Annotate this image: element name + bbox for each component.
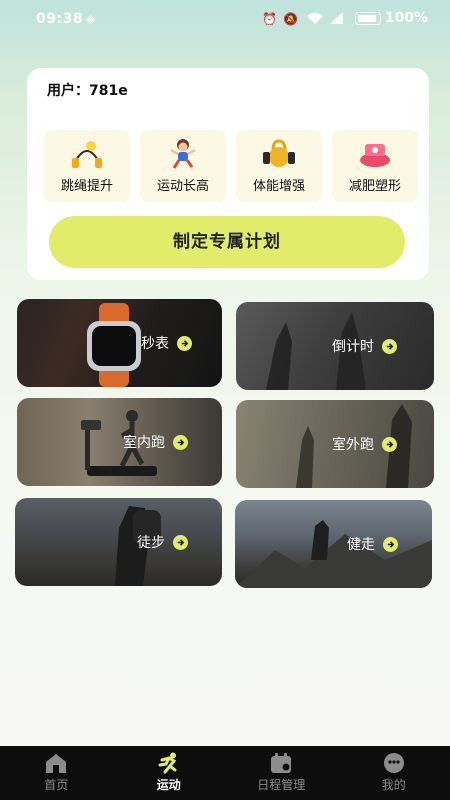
home-icon [46, 754, 67, 773]
tile-label-text: 健走 [347, 537, 375, 553]
nav-label: 运动 [156, 778, 181, 792]
tile-label: 倒计时 [332, 336, 397, 356]
tile-label-text: 秒表 [141, 336, 169, 352]
goal-label: 体能增强 [252, 179, 305, 194]
running-kid-icon [170, 139, 196, 169]
tile-label-text: 徒步 [137, 535, 165, 551]
smartwatch-image [87, 303, 141, 387]
tile-stopwatch[interactable]: 秒表 [17, 299, 222, 387]
nav-home[interactable]: 首页 [0, 746, 113, 800]
arrow-right-icon [382, 338, 397, 354]
status-time: 09:38 [36, 11, 84, 27]
nav-label: 首页 [44, 778, 69, 792]
tile-outdoor-run[interactable]: 室外跑 [236, 400, 434, 488]
plan-card: 用户：781e 跳绳提升 运动长高 体能增强 减肥塑形 制定专属计划 [27, 68, 429, 280]
signal-icon [330, 12, 344, 27]
arrow-right-icon [383, 536, 398, 552]
tile-label-text: 室外跑 [332, 437, 374, 453]
status-bar: 09:38 ◈ ⏰ 🔕 100% [0, 0, 450, 40]
nav-profile[interactable]: 我的 [338, 746, 450, 800]
battery-indicator: 100% [354, 10, 428, 26]
goal-list: 跳绳提升 运动长高 体能增强 减肥塑形 [44, 130, 418, 202]
mountain-image [235, 520, 432, 588]
running-icon [158, 752, 177, 774]
kettlebell-icon [263, 139, 295, 167]
scale-icon [360, 144, 390, 167]
tile-label: 室内跑 [123, 432, 188, 452]
arrow-right-icon [177, 335, 192, 351]
tile-label: 室外跑 [332, 434, 397, 454]
goal-label: 跳绳提升 [60, 179, 113, 194]
cast-icon: ◈ [86, 12, 96, 26]
tile-indoor-run[interactable]: 室内跑 [17, 398, 222, 486]
alarm-icon: ⏰ [262, 12, 277, 26]
battery-percent: 100% [384, 10, 428, 26]
goal-label: 运动长高 [156, 179, 209, 194]
goal-fitness[interactable]: 体能增强 [236, 130, 322, 202]
goal-grow-taller[interactable]: 运动长高 [140, 130, 226, 202]
goal-weight-loss[interactable]: 减肥塑形 [332, 130, 418, 202]
bottom-nav: 首页 运动 日程管理 我的 [0, 746, 450, 800]
arrow-right-icon [382, 436, 397, 452]
goal-jump-rope[interactable]: 跳绳提升 [44, 130, 130, 202]
profile-icon [383, 753, 404, 773]
nav-schedule[interactable]: 日程管理 [225, 746, 338, 800]
nav-label: 我的 [381, 778, 406, 792]
user-label: 用户：781e [47, 83, 128, 99]
calendar-icon [271, 753, 292, 773]
tile-label: 秒表 [141, 333, 192, 353]
jump-rope-icon [72, 141, 102, 168]
tile-label-text: 室内跑 [123, 435, 165, 451]
goal-label: 减肥塑形 [348, 179, 401, 194]
create-plan-button[interactable]: 制定专属计划 [49, 216, 405, 268]
tile-label-text: 倒计时 [332, 339, 374, 355]
tile-label: 健走 [347, 534, 398, 554]
mute-icon: 🔕 [283, 12, 298, 26]
nav-label: 日程管理 [257, 778, 306, 792]
arrow-right-icon [173, 534, 188, 550]
wifi-icon [306, 12, 324, 28]
arrow-right-icon [173, 434, 188, 450]
tile-countdown[interactable]: 倒计时 [236, 302, 434, 390]
tile-walking[interactable]: 健走 [235, 500, 432, 588]
tile-label: 徒步 [137, 532, 188, 552]
battery-icon [354, 11, 381, 25]
nav-sports[interactable]: 运动 [113, 746, 226, 800]
tile-hiking[interactable]: 徒步 [15, 498, 222, 586]
